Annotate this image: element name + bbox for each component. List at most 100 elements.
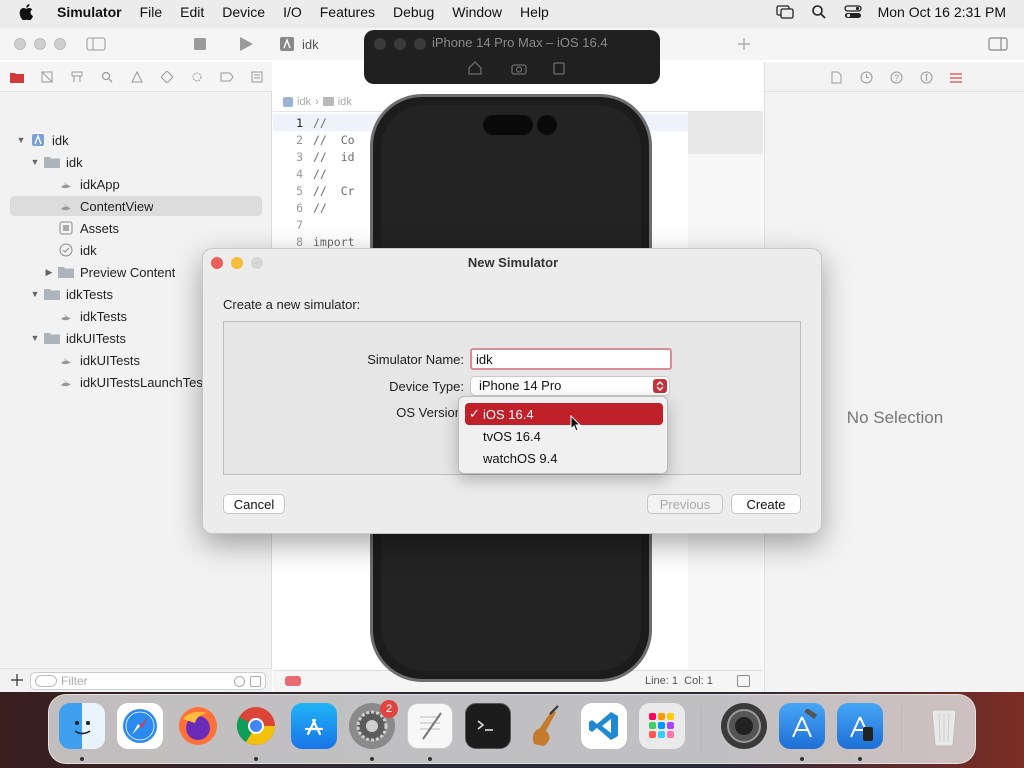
sim-minimize-button[interactable] xyxy=(394,38,406,50)
project-navigator-icon[interactable] xyxy=(10,70,24,84)
swift-file-icon xyxy=(58,353,74,367)
minimap-toggle-icon[interactable] xyxy=(737,675,750,687)
inspector-toggle-icon[interactable] xyxy=(988,34,1008,54)
add-tab-icon[interactable] xyxy=(734,34,754,54)
terminal-icon[interactable] xyxy=(465,703,511,749)
folder-icon xyxy=(44,155,60,169)
launchpad-icon[interactable] xyxy=(639,703,685,749)
menu-app-name[interactable]: Simulator xyxy=(48,0,131,24)
jumpbar-separator: › xyxy=(315,95,319,108)
window-minimize-button[interactable] xyxy=(34,38,46,50)
disclosure-closed-icon[interactable]: ▶ xyxy=(44,267,54,278)
control-center-icon[interactable] xyxy=(843,4,862,20)
window-close-button[interactable] xyxy=(14,38,26,50)
os-option-ios[interactable]: ✓ iOS 16.4 xyxy=(465,403,663,425)
spotlight-search-icon[interactable] xyxy=(810,4,828,20)
vscode-icon[interactable] xyxy=(581,703,627,749)
disclosure-open-icon[interactable]: ▼ xyxy=(30,157,40,167)
screenshot-icon[interactable] xyxy=(510,60,528,76)
cancel-button[interactable]: Cancel xyxy=(223,494,285,514)
issue-navigator-icon[interactable] xyxy=(130,70,144,84)
file-inspector-icon[interactable] xyxy=(829,70,843,84)
apple-menu-icon[interactable] xyxy=(16,2,36,22)
navigator-filter-input[interactable]: Filter xyxy=(30,672,266,690)
rotate-device-icon[interactable] xyxy=(550,60,568,76)
sidebar-toggle-icon[interactable] xyxy=(86,34,106,54)
textedit-icon[interactable] xyxy=(407,703,453,749)
run-button-icon[interactable] xyxy=(236,34,256,54)
finder-icon[interactable] xyxy=(59,703,105,749)
navigator-item-label: idkUITestsLaunchTests xyxy=(80,374,213,390)
filter-options-icon[interactable] xyxy=(35,675,57,687)
symbol-navigator-icon[interactable] xyxy=(70,70,84,84)
minimap-viewport[interactable] xyxy=(688,112,763,154)
navigator-item[interactable]: ContentView xyxy=(10,196,262,216)
os-version-dropdown[interactable]: ✓ iOS 16.4 tvOS 16.4 watchOS 9.4 xyxy=(458,396,668,474)
disclosure-open-icon[interactable]: ▼ xyxy=(16,135,26,145)
inspector-tabs: ? xyxy=(765,62,1024,92)
trash-icon[interactable] xyxy=(921,703,967,749)
navigator-item-label: idk xyxy=(52,132,69,148)
report-navigator-icon[interactable] xyxy=(250,70,264,84)
sim-zoom-button[interactable] xyxy=(414,38,426,50)
dock-separator xyxy=(701,705,702,755)
safari-icon[interactable] xyxy=(117,703,163,749)
disclosure-open-icon[interactable]: ▼ xyxy=(30,289,40,299)
attributes-inspector-icon[interactable] xyxy=(949,70,963,84)
swift-file-icon xyxy=(58,309,74,323)
compressor-icon[interactable] xyxy=(721,703,767,749)
code-text: // Co xyxy=(313,132,355,147)
os-option-label: tvOS 16.4 xyxy=(483,428,541,444)
os-version-label: OS Version xyxy=(396,405,462,420)
test-navigator-icon[interactable] xyxy=(160,70,174,84)
menu-help[interactable]: Help xyxy=(511,0,558,24)
breakpoints-toggle-icon[interactable] xyxy=(285,676,301,686)
disclosure-open-icon[interactable]: ▼ xyxy=(30,333,40,343)
os-option-watchos[interactable]: watchOS 9.4 xyxy=(465,447,663,469)
simulator-title-bar[interactable]: iPhone 14 Pro Max – iOS 16.4 xyxy=(364,30,660,84)
history-inspector-icon[interactable] xyxy=(859,70,873,84)
debug-navigator-icon[interactable] xyxy=(190,70,204,84)
navigator-item[interactable]: idkApp xyxy=(10,174,262,194)
previous-button[interactable]: Previous xyxy=(647,494,723,514)
scm-filter-icon[interactable] xyxy=(250,676,261,687)
assets-icon xyxy=(58,221,74,235)
app-store-icon[interactable] xyxy=(291,703,337,749)
menu-io[interactable]: I/O xyxy=(274,0,311,24)
menu-file[interactable]: File xyxy=(131,0,172,24)
window-zoom-button[interactable] xyxy=(54,38,66,50)
quick-help-icon[interactable]: ? xyxy=(889,70,903,84)
menu-debug[interactable]: Debug xyxy=(384,0,443,24)
recent-files-icon[interactable] xyxy=(234,676,245,687)
simulator-name-input[interactable]: idk xyxy=(470,348,672,370)
find-navigator-icon[interactable] xyxy=(100,70,114,84)
sim-close-button[interactable] xyxy=(374,38,386,50)
xcode-icon[interactable] xyxy=(779,703,825,749)
source-control-navigator-icon[interactable] xyxy=(40,70,54,84)
firefox-icon[interactable] xyxy=(175,703,221,749)
home-button-icon[interactable] xyxy=(466,60,484,76)
chrome-icon[interactable] xyxy=(233,703,279,749)
breakpoint-navigator-icon[interactable] xyxy=(220,70,234,84)
editor-tab[interactable]: idk xyxy=(280,34,319,54)
device-type-select[interactable]: iPhone 14 Pro xyxy=(470,376,670,396)
stop-button-icon[interactable] xyxy=(190,34,210,54)
create-button[interactable]: Create xyxy=(731,494,801,514)
jumpbar-project[interactable]: idk xyxy=(297,96,311,108)
menu-features[interactable]: Features xyxy=(311,0,384,24)
notification-badge: 2 xyxy=(380,700,398,718)
jumpbar-group[interactable]: idk xyxy=(338,96,352,108)
os-option-tvos[interactable]: tvOS 16.4 xyxy=(465,425,663,447)
menu-window[interactable]: Window xyxy=(443,0,511,24)
menu-clock[interactable]: Mon Oct 16 2:31 PM xyxy=(878,4,1006,20)
accessibility-inspector-icon[interactable] xyxy=(919,70,933,84)
add-file-icon[interactable] xyxy=(10,673,24,687)
screen-mirroring-icon[interactable] xyxy=(775,4,794,20)
navigator-item[interactable]: ▼ idk xyxy=(10,130,262,150)
garageband-icon[interactable] xyxy=(523,703,569,749)
navigator-item[interactable]: Assets xyxy=(10,218,262,238)
navigator-item[interactable]: ▼ idk xyxy=(10,152,262,172)
simulator-icon[interactable] xyxy=(837,703,883,749)
menu-device[interactable]: Device xyxy=(213,0,274,24)
menu-edit[interactable]: Edit xyxy=(171,0,213,24)
